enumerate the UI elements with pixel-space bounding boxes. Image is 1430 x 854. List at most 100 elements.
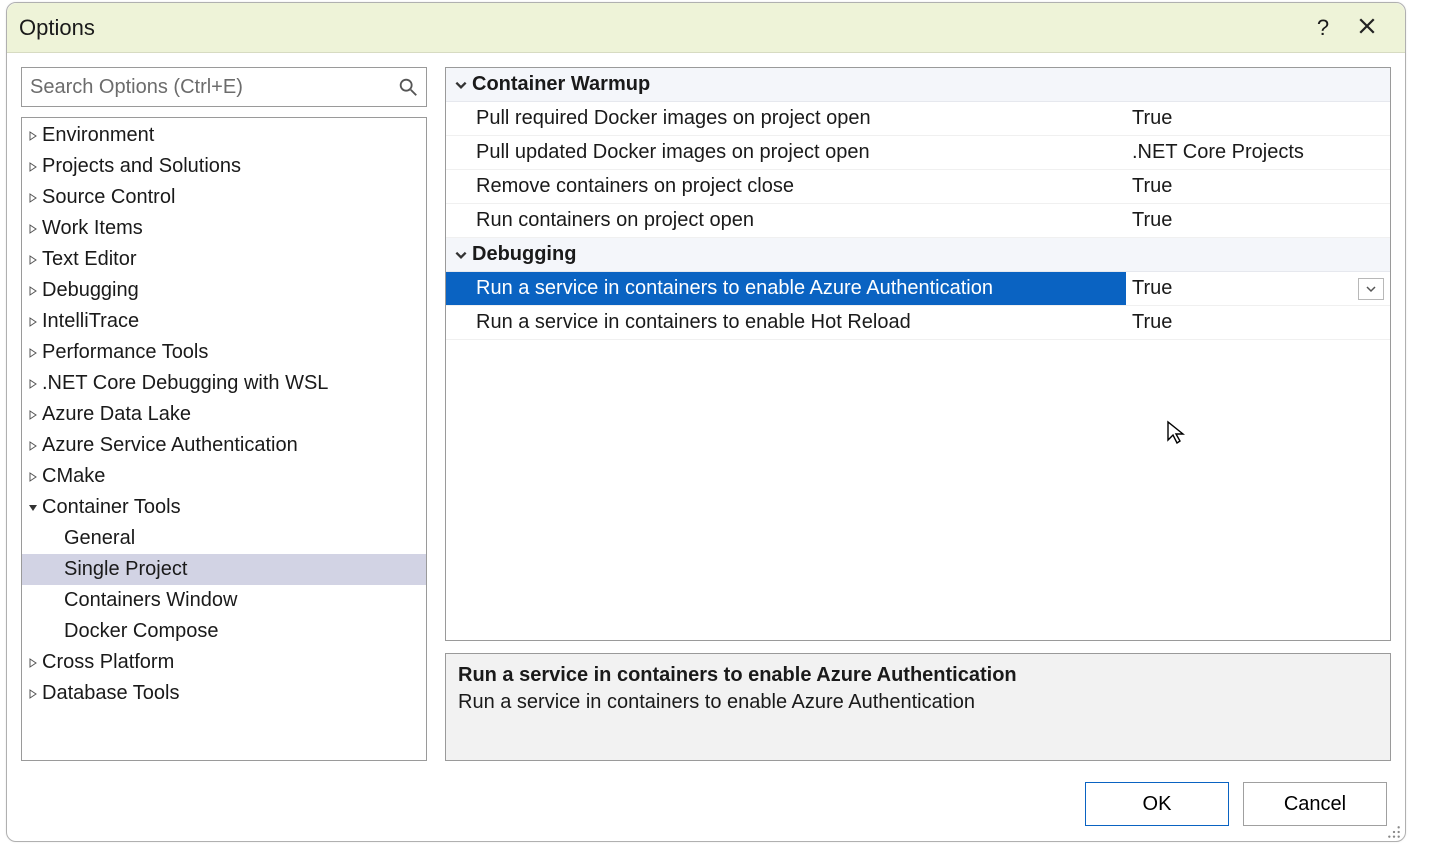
properties-panel: Container Warmup Pull required Docker ima… xyxy=(445,67,1391,641)
property-label: Run a service in containers to enable Ho… xyxy=(446,306,1126,339)
tree-item-label: Container Tools xyxy=(42,496,181,519)
chevron-right-icon[interactable] xyxy=(26,129,40,143)
tree-item-label: Performance Tools xyxy=(42,341,208,364)
chevron-right-icon[interactable] xyxy=(26,377,40,391)
help-button[interactable]: ? xyxy=(1301,8,1345,48)
tree-item[interactable]: Projects and Solutions xyxy=(22,151,426,182)
property-row[interactable]: Run a service in containers to enable Az… xyxy=(446,272,1390,306)
property-row[interactable]: Remove containers on project closeTrue xyxy=(446,170,1390,204)
tree-item[interactable]: IntelliTrace xyxy=(22,306,426,337)
search-icon xyxy=(397,76,419,98)
tree-item-label: Debugging xyxy=(42,279,139,302)
right-pane: Container Warmup Pull required Docker ima… xyxy=(445,67,1391,761)
tree-item-label: IntelliTrace xyxy=(42,310,139,333)
property-row[interactable]: Pull required Docker images on project o… xyxy=(446,102,1390,136)
titlebar: Options ? xyxy=(7,3,1405,53)
tree-item[interactable]: Source Control xyxy=(22,182,426,213)
tree-item[interactable]: Work Items xyxy=(22,213,426,244)
tree-item-label: Database Tools xyxy=(42,682,180,705)
options-tree[interactable]: Environment Projects and Solutions Source … xyxy=(22,118,426,760)
property-row[interactable]: Run a service in containers to enable Ho… xyxy=(446,306,1390,340)
tree-item[interactable]: Single Project xyxy=(22,554,426,585)
tree-item[interactable]: Debugging xyxy=(22,275,426,306)
property-label: Pull required Docker images on project o… xyxy=(446,102,1126,135)
description-text: Run a service in containers to enable Az… xyxy=(458,691,1378,714)
property-value[interactable]: True xyxy=(1126,306,1390,339)
chevron-right-icon[interactable] xyxy=(26,284,40,298)
tree-item-label: Environment xyxy=(42,124,154,147)
tree-item[interactable]: Performance Tools xyxy=(22,337,426,368)
tree-container: Environment Projects and Solutions Source … xyxy=(21,117,427,761)
tree-item-label: Cross Platform xyxy=(42,651,174,674)
dialog-buttons: OK Cancel xyxy=(7,771,1405,841)
property-value[interactable]: True xyxy=(1126,102,1390,135)
tree-item[interactable]: Azure Data Lake xyxy=(22,399,426,430)
chevron-right-icon[interactable] xyxy=(26,656,40,670)
tree-item[interactable]: Cross Platform xyxy=(22,647,426,678)
search-wrap xyxy=(21,67,427,107)
property-label: Pull updated Docker images on project op… xyxy=(446,136,1126,169)
property-label: Run containers on project open xyxy=(446,204,1126,237)
window-title: Options xyxy=(19,15,95,41)
chevron-right-icon[interactable] xyxy=(26,346,40,360)
tree-item[interactable]: Containers Window xyxy=(22,585,426,616)
chevron-right-icon[interactable] xyxy=(26,222,40,236)
property-value[interactable]: True xyxy=(1126,204,1390,237)
tree-item-label: Work Items xyxy=(42,217,143,240)
chevron-right-icon[interactable] xyxy=(26,253,40,267)
tree-item-label: Azure Service Authentication xyxy=(42,434,298,457)
options-dialog: Options ? Environment Projects and Soluti… xyxy=(6,2,1406,842)
tree-item-label: Single Project xyxy=(64,558,187,581)
tree-item[interactable]: Docker Compose xyxy=(22,616,426,647)
close-button[interactable] xyxy=(1345,8,1389,48)
close-icon xyxy=(1358,15,1376,41)
property-label: Run a service in containers to enable Az… xyxy=(446,272,1126,305)
tree-item[interactable]: Database Tools xyxy=(22,678,426,709)
tree-item-label: Docker Compose xyxy=(64,620,219,643)
property-value[interactable]: True xyxy=(1126,272,1390,305)
tree-item[interactable]: Text Editor xyxy=(22,244,426,275)
property-value[interactable]: .NET Core Projects xyxy=(1126,136,1390,169)
tree-item[interactable]: .NET Core Debugging with WSL xyxy=(22,368,426,399)
help-icon: ? xyxy=(1317,15,1329,41)
tree-item-label: CMake xyxy=(42,465,105,488)
property-row[interactable]: Pull updated Docker images on project op… xyxy=(446,136,1390,170)
chevron-right-icon[interactable] xyxy=(26,470,40,484)
tree-item-label: Azure Data Lake xyxy=(42,403,191,426)
chevron-down-icon xyxy=(450,248,472,262)
chevron-right-icon[interactable] xyxy=(26,408,40,422)
chevron-right-icon[interactable] xyxy=(26,439,40,453)
resize-grip-icon[interactable] xyxy=(1387,823,1401,837)
property-label: Remove containers on project close xyxy=(446,170,1126,203)
chevron-right-icon[interactable] xyxy=(26,191,40,205)
property-group-header[interactable]: Debugging xyxy=(446,238,1390,272)
tree-item-label: Text Editor xyxy=(42,248,136,271)
tree-item-label: Source Control xyxy=(42,186,175,209)
chevron-right-icon[interactable] xyxy=(26,160,40,174)
description-panel: Run a service in containers to enable Az… xyxy=(445,653,1391,761)
tree-item[interactable]: CMake xyxy=(22,461,426,492)
description-title: Run a service in containers to enable Az… xyxy=(458,664,1378,687)
tree-item-label: General xyxy=(64,527,135,550)
property-group-header[interactable]: Container Warmup xyxy=(446,68,1390,102)
tree-item-label: Containers Window xyxy=(64,589,237,612)
chevron-right-icon[interactable] xyxy=(26,315,40,329)
tree-item[interactable]: Environment xyxy=(22,120,426,151)
property-row[interactable]: Run containers on project openTrue xyxy=(446,204,1390,238)
tree-item[interactable]: General xyxy=(22,523,426,554)
chevron-down-icon[interactable] xyxy=(26,501,40,515)
property-group-title: Container Warmup xyxy=(472,73,650,96)
tree-item[interactable]: Azure Service Authentication xyxy=(22,430,426,461)
search-input[interactable] xyxy=(21,67,427,107)
ok-button[interactable]: OK xyxy=(1085,782,1229,826)
content-area: Environment Projects and Solutions Source … xyxy=(7,53,1405,771)
property-group-title: Debugging xyxy=(472,243,576,266)
tree-item-label: Projects and Solutions xyxy=(42,155,241,178)
dropdown-button[interactable] xyxy=(1358,278,1384,300)
cancel-button[interactable]: Cancel xyxy=(1243,782,1387,826)
chevron-down-icon xyxy=(450,78,472,92)
tree-item-label: .NET Core Debugging with WSL xyxy=(42,372,328,395)
chevron-right-icon[interactable] xyxy=(26,687,40,701)
tree-item[interactable]: Container Tools xyxy=(22,492,426,523)
property-value[interactable]: True xyxy=(1126,170,1390,203)
